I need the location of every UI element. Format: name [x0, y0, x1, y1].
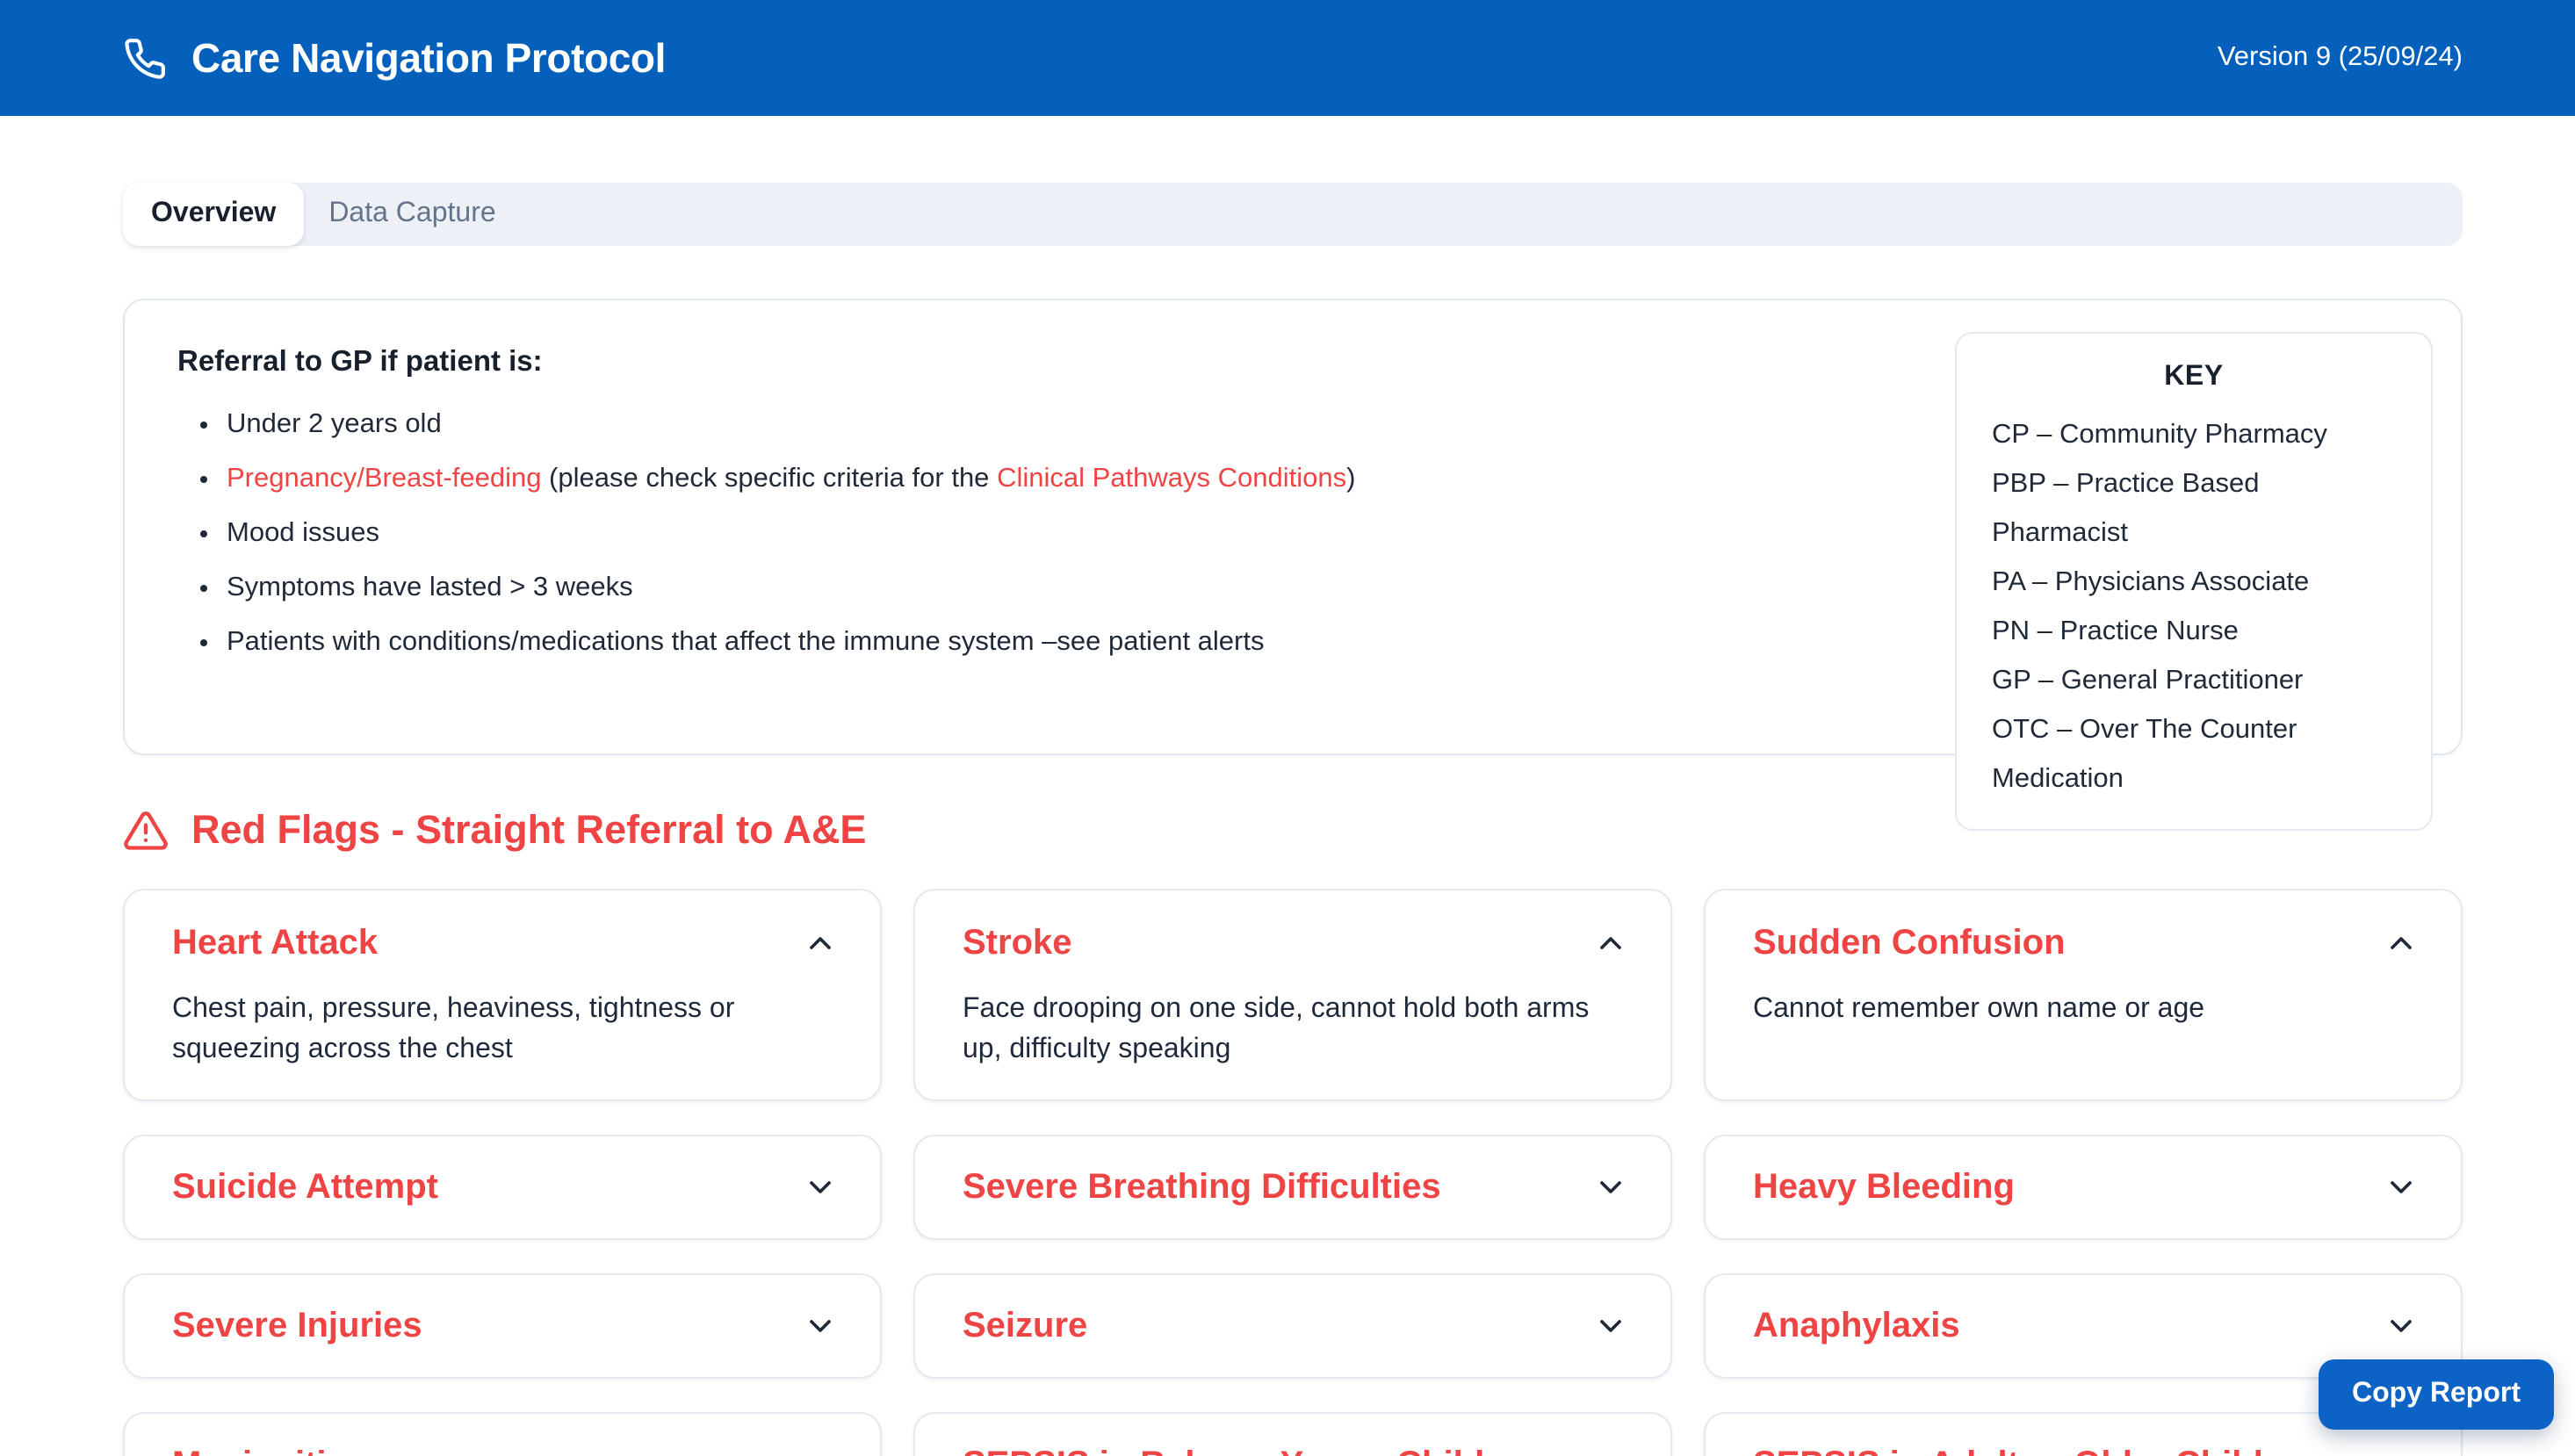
- referral-bullet-list: Under 2 years old Pregnancy/Breast-feedi…: [177, 407, 1899, 660]
- bullet-text: (please check specific criteria for the: [541, 464, 997, 494]
- chevron-down-icon[interactable]: [1593, 1447, 1628, 1456]
- app-header: Care Navigation Protocol Version 9 (25/0…: [0, 0, 2575, 116]
- chevron-up-icon[interactable]: [1593, 926, 1628, 961]
- referral-bullet-under-2: Under 2 years old: [227, 407, 1899, 443]
- card-header[interactable]: Heart Attack: [172, 919, 838, 968]
- chevron-down-icon[interactable]: [803, 1308, 838, 1344]
- version-label: Version 9 (25/09/24): [2218, 42, 2463, 74]
- chevron-down-icon[interactable]: [1593, 1170, 1628, 1205]
- chevron-down-icon[interactable]: [2384, 1308, 2419, 1344]
- key-title: KEY: [1992, 362, 2396, 393]
- red-flag-card-meningitis[interactable]: Meningitis: [123, 1412, 882, 1456]
- card-title: Seizure: [963, 1301, 1087, 1351]
- referral-bullet-mood: Mood issues: [227, 516, 1899, 551]
- card-header[interactable]: Stroke: [963, 919, 1628, 968]
- red-flag-card-sepsis-baby[interactable]: SEPSIS in Baby or Young Child: [913, 1412, 1672, 1456]
- bullet-text: ): [1346, 464, 1355, 494]
- tab-data-capture[interactable]: Data Capture: [304, 183, 520, 246]
- chevron-down-icon[interactable]: [1593, 1308, 1628, 1344]
- card-description: Face drooping on one side, cannot hold b…: [963, 989, 1628, 1070]
- red-flag-card-heart-attack[interactable]: Heart Attack Chest pain, pressure, heavi…: [123, 889, 882, 1101]
- red-flag-card-suicide-attempt[interactable]: Suicide Attempt: [123, 1135, 882, 1240]
- red-flags-heading-label: Red Flags - Straight Referral to A&E: [191, 808, 866, 854]
- phone-icon: [123, 36, 167, 80]
- card-title: Suicide Attempt: [172, 1163, 438, 1212]
- main-content: Overview Data Capture Referral to GP if …: [123, 183, 2463, 1456]
- card-description: Chest pain, pressure, heaviness, tightne…: [172, 989, 838, 1070]
- key-item-otc: OTC – Over The Counter Medication: [1992, 706, 2396, 804]
- chevron-down-icon[interactable]: [803, 1447, 838, 1456]
- referral-bullet-symptoms: Symptoms have lasted > 3 weeks: [227, 571, 1899, 606]
- card-title: Sudden Confusion: [1753, 919, 2066, 968]
- care-navigation-app: Care Navigation Protocol Version 9 (25/0…: [0, 0, 2575, 1456]
- card-title: Severe Breathing Difficulties: [963, 1163, 1441, 1212]
- referral-panel: Referral to GP if patient is: Under 2 ye…: [123, 299, 2463, 755]
- card-title: Meningitis: [172, 1440, 346, 1456]
- red-flag-card-sudden-confusion[interactable]: Sudden Confusion Cannot remember own nam…: [1704, 889, 2463, 1101]
- page-title: Care Navigation Protocol: [191, 34, 666, 82]
- key-item-pbp: PBP – Practice Based Pharmacist: [1992, 460, 2396, 559]
- key-item-pa: PA – Physicians Associate: [1992, 559, 2396, 608]
- alert-triangle-icon: [123, 808, 169, 854]
- red-flag-card-severe-breathing[interactable]: Severe Breathing Difficulties: [913, 1135, 1672, 1240]
- tab-bar: Overview Data Capture: [123, 183, 2463, 246]
- key-item-gp: GP – General Practitioner: [1992, 657, 2396, 706]
- chevron-down-icon[interactable]: [2384, 1170, 2419, 1205]
- card-title: Heavy Bleeding: [1753, 1163, 2015, 1212]
- key-box: KEY CP – Community Pharmacy PBP – Practi…: [1955, 332, 2433, 831]
- red-flag-card-seizure[interactable]: Seizure: [913, 1273, 1672, 1379]
- card-title: SEPSIS in Adult or Older Child: [1753, 1440, 2263, 1456]
- card-description: Cannot remember own name or age: [1753, 989, 2419, 1029]
- app-brand: Care Navigation Protocol: [123, 34, 666, 82]
- red-flag-grid: Heart Attack Chest pain, pressure, heavi…: [123, 889, 2463, 1456]
- card-title: Heart Attack: [172, 919, 378, 968]
- card-title: SEPSIS in Baby or Young Child: [963, 1440, 1484, 1456]
- card-title: Severe Injuries: [172, 1301, 422, 1351]
- referral-bullet-immune: Patients with conditions/medications tha…: [227, 625, 1899, 660]
- card-header[interactable]: Sudden Confusion: [1753, 919, 2419, 968]
- card-title: Stroke: [963, 919, 1072, 968]
- card-title: Anaphylaxis: [1753, 1301, 1960, 1351]
- clinical-pathways-link[interactable]: Clinical Pathways Conditions: [997, 464, 1346, 494]
- red-flag-card-severe-injuries[interactable]: Severe Injuries: [123, 1273, 882, 1379]
- key-item-pn: PN – Practice Nurse: [1992, 608, 2396, 657]
- pregnancy-link[interactable]: Pregnancy/Breast-feeding: [227, 464, 541, 494]
- key-item-cp: CP – Community Pharmacy: [1992, 411, 2396, 460]
- copy-report-button[interactable]: Copy Report: [2319, 1359, 2554, 1430]
- red-flag-card-stroke[interactable]: Stroke Face drooping on one side, cannot…: [913, 889, 1672, 1101]
- referral-heading: Referral to GP if patient is:: [177, 346, 1899, 379]
- red-flag-card-heavy-bleeding[interactable]: Heavy Bleeding: [1704, 1135, 2463, 1240]
- chevron-down-icon[interactable]: [803, 1170, 838, 1205]
- referral-bullet-pregnancy: Pregnancy/Breast-feeding (please check s…: [227, 462, 1899, 497]
- tab-overview[interactable]: Overview: [123, 183, 304, 246]
- chevron-up-icon[interactable]: [2384, 926, 2419, 961]
- chevron-up-icon[interactable]: [803, 926, 838, 961]
- chevron-down-icon[interactable]: [2384, 1447, 2419, 1456]
